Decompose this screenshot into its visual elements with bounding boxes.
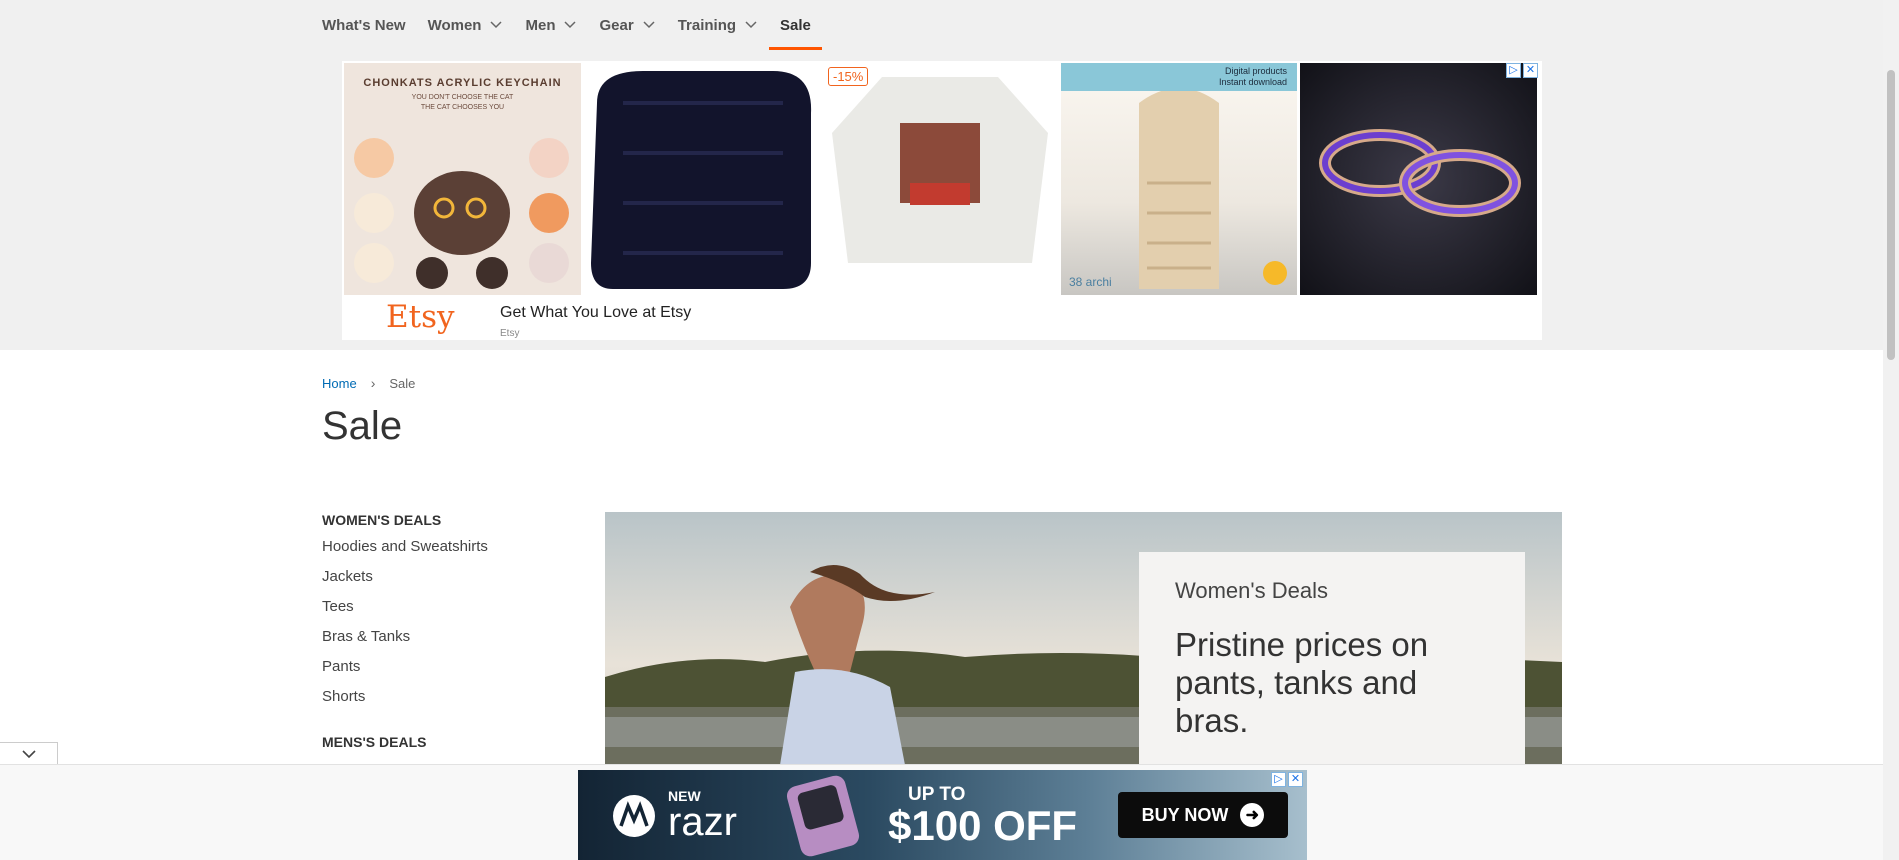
nav-men[interactable]: Men	[514, 0, 588, 50]
arrow-right-icon: ➜	[1240, 803, 1265, 827]
sidebar-link-tees[interactable]: Tees	[322, 598, 552, 628]
mens-deals-heading: MENS'S DEALS	[322, 734, 427, 750]
breadcrumb: Home › Sale	[322, 375, 415, 391]
chevron-down-icon	[643, 21, 655, 29]
page-scrollbar[interactable]	[1883, 0, 1899, 860]
discount-badge: -15%	[828, 67, 869, 86]
motorola-logo-icon	[613, 795, 655, 837]
ad-tile-subtitle: YOU DON'T CHOOSE THE CAT THE CAT CHOOSES…	[411, 94, 514, 111]
ad-tile-shelf[interactable]: Digital products Instant download 38 arc…	[1061, 63, 1297, 295]
chevron-down-icon	[21, 750, 36, 759]
sidebar-link-hoodies[interactable]: Hoodies and Sweatshirts	[322, 538, 552, 568]
nav-training[interactable]: Training	[667, 0, 769, 50]
sidebar-link-pants[interactable]: Pants	[322, 658, 552, 688]
hero-kicker: Women's Deals	[1175, 578, 1328, 603]
cat-illustration	[354, 138, 569, 289]
nav-label: Women	[427, 16, 482, 34]
collapse-ad-button[interactable]	[0, 742, 58, 766]
ad-tile-keychain[interactable]: CHONKATS ACRYLIC KEYCHAIN YOU DON'T CHOO…	[344, 63, 581, 295]
ad-tile-sweatshirt[interactable]: -15%	[822, 63, 1058, 295]
womens-deals-hero[interactable]: Women's Deals Pristine prices on pants, …	[605, 512, 1562, 765]
nav-gear[interactable]: Gear	[588, 0, 666, 50]
ad-tile-cushion[interactable]	[583, 63, 819, 295]
nav-whats-new[interactable]: What's New	[322, 0, 417, 50]
close-icon[interactable]: ✕	[1288, 772, 1303, 787]
breadcrumb-current: Sale	[389, 375, 416, 391]
chevron-down-icon	[490, 21, 503, 29]
motorola-ad-banner[interactable]: NEW razr UP TO $100 OFF BUY NOW ➜ ▷ ✕	[578, 770, 1307, 860]
hero-headline: Pristine prices on pants, tanks and bras…	[1175, 626, 1429, 739]
womens-deals-heading: WOMEN'S DEALS	[322, 512, 442, 528]
breadcrumb-home[interactable]: Home	[322, 376, 357, 391]
page-title: Sale	[322, 404, 403, 448]
sidebar-link-shorts[interactable]: Shorts	[322, 688, 552, 718]
phone-image	[786, 775, 860, 857]
etsy-ad-banner[interactable]: CHONKATS ACRYLIC KEYCHAIN YOU DON'T CHOO…	[342, 61, 1542, 340]
ad-offer: $100 OFF	[888, 802, 1078, 849]
chevron-right-icon: ›	[370, 375, 376, 391]
rings-image	[1319, 129, 1521, 217]
nav-label: Gear	[599, 16, 634, 34]
nav-label: Training	[677, 16, 737, 34]
ad-footer[interactable]: Etsy Get What You Love at Etsy Etsy	[342, 297, 1542, 340]
ad-tile-title: CHONKATS ACRYLIC KEYCHAIN	[363, 77, 562, 89]
nav-women[interactable]: Women	[417, 0, 515, 50]
brand-watermark: 38 archi	[1069, 275, 1112, 289]
adchoices-icon[interactable]: ▷	[1506, 63, 1521, 78]
razr-logo: razr	[668, 800, 737, 844]
nav-sale[interactable]: Sale	[769, 0, 822, 50]
nav-label: Men	[525, 16, 556, 34]
close-icon[interactable]: ✕	[1523, 63, 1538, 78]
sweatshirt-image	[832, 77, 1048, 263]
nav-label: Sale	[780, 16, 811, 34]
ad-choices[interactable]: ▷ ✕	[1506, 63, 1538, 78]
chevron-down-icon	[745, 21, 757, 29]
ad-tile-rings[interactable]	[1300, 63, 1537, 295]
ad-source: Etsy	[500, 328, 520, 339]
ad-choices[interactable]: ▷ ✕	[1271, 772, 1303, 787]
etsy-logo: Etsy	[386, 299, 455, 335]
ad-title[interactable]: Get What You Love at Etsy	[500, 304, 691, 322]
hero-card: Women's Deals Pristine prices on pants, …	[1139, 552, 1525, 765]
header-text: Digital products Instant download	[1218, 66, 1287, 87]
nav-label: What's New	[322, 16, 406, 34]
buy-now-label: BUY NOW	[1141, 804, 1229, 825]
buy-now-button[interactable]: BUY NOW ➜	[1118, 792, 1288, 838]
main-nav: What's New Women Men Gear Training Sale	[322, 0, 822, 50]
digital-products-header: Digital products Instant download	[1061, 63, 1297, 91]
sidebar-link-jackets[interactable]: Jackets	[322, 568, 552, 598]
shelf-image	[1139, 88, 1287, 289]
sidebar-link-bras-tanks[interactable]: Bras & Tanks	[322, 628, 552, 658]
chevron-down-icon	[564, 21, 577, 29]
adchoices-icon[interactable]: ▷	[1271, 772, 1286, 787]
scrollbar-thumb[interactable]	[1887, 70, 1895, 360]
sidebar-categories: WOMEN'S DEALS Hoodies and Sweatshirts Ja…	[322, 512, 552, 760]
cushion-image	[591, 71, 812, 289]
